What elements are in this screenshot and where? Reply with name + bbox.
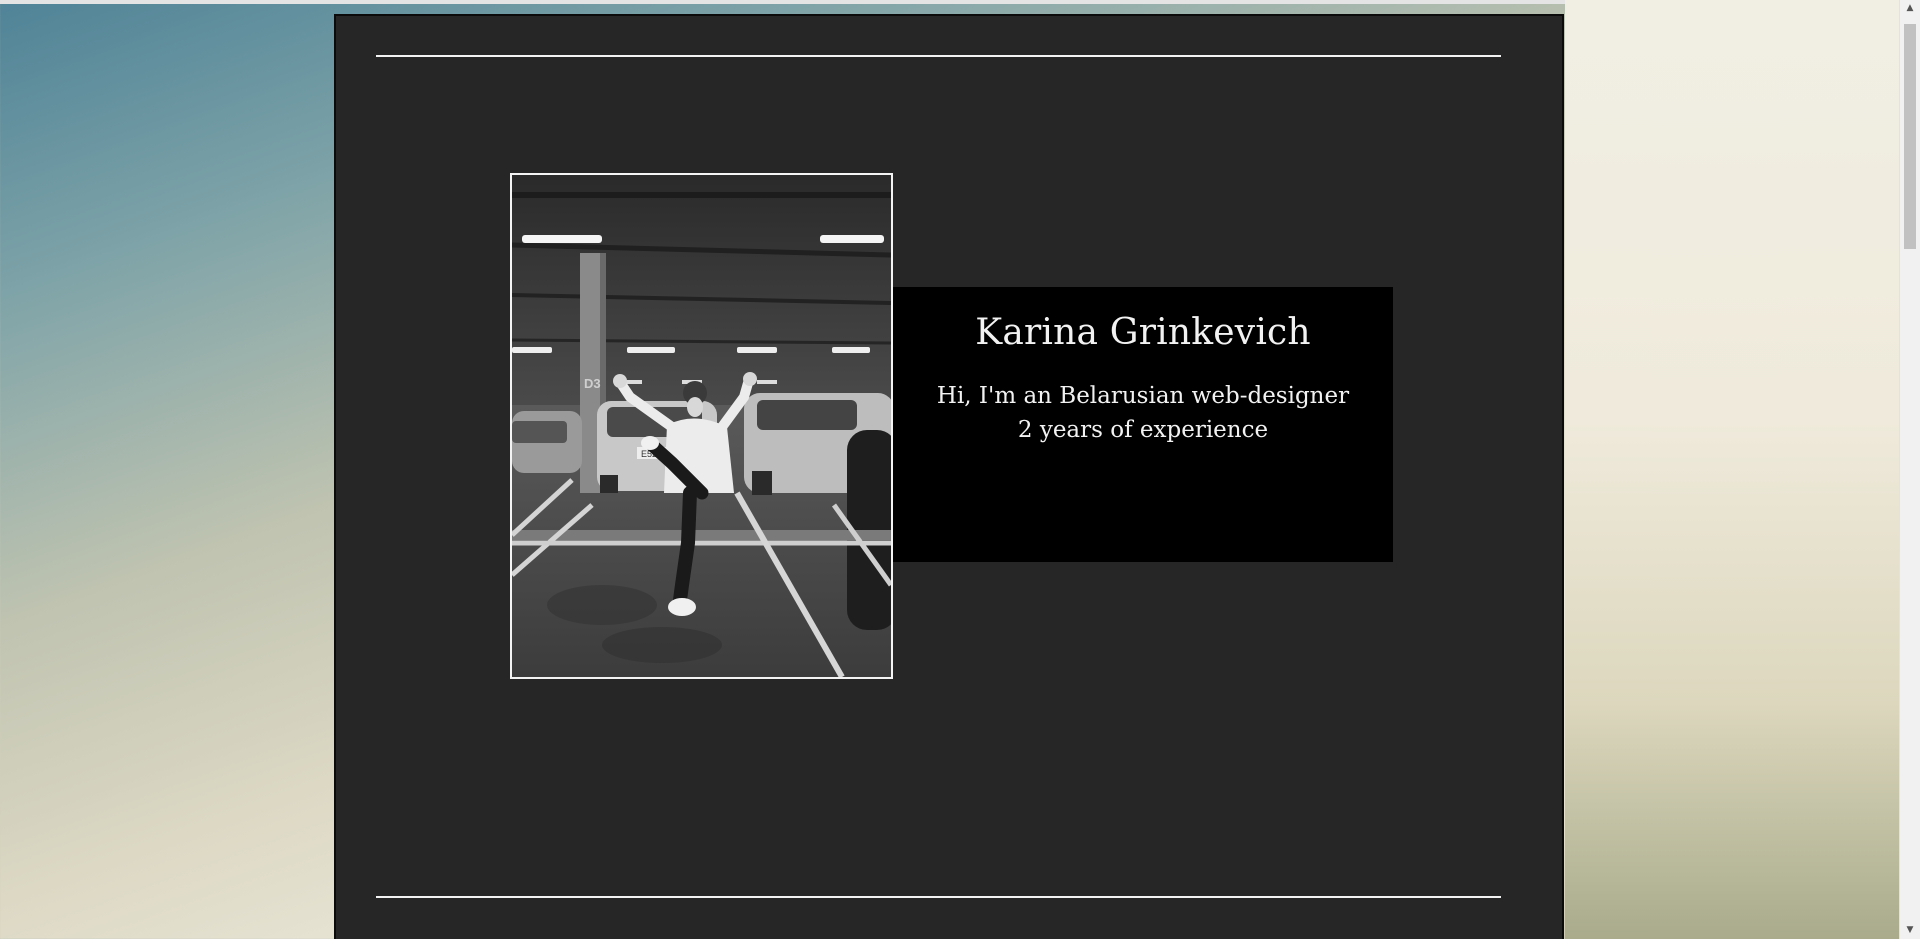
profile-tagline: Hi, I'm an Belarusian web-designer <box>936 383 1350 410</box>
portrait-photo-icon: D3 E520 <box>512 175 891 677</box>
bottom-divider <box>376 896 1501 898</box>
scroll-down-icon[interactable]: ▼ <box>1900 922 1920 939</box>
top-divider <box>376 55 1501 57</box>
intro-text: Hi, I'm an Belarusian web-designer 2 yea… <box>893 379 1393 447</box>
scroll-thumb[interactable] <box>1904 24 1916 249</box>
intro-card: Karina Grinkevich Hi, I'm an Belarusian … <box>893 287 1393 562</box>
scroll-up-icon[interactable]: ▲ <box>1900 0 1920 17</box>
parking-sign-label: D3 <box>584 376 601 391</box>
background-right <box>1565 0 1900 939</box>
page-scrollbar[interactable]: ▲ ▼ <box>1899 0 1920 939</box>
content-panel: D3 E520 Karina Grinkevich Hi, I'm an Bel… <box>334 14 1564 939</box>
profile-experience: 2 years of experience <box>1017 417 1269 444</box>
profile-name: Karina Grinkevich <box>975 312 1311 353</box>
profile-photo: D3 E520 <box>510 173 893 679</box>
